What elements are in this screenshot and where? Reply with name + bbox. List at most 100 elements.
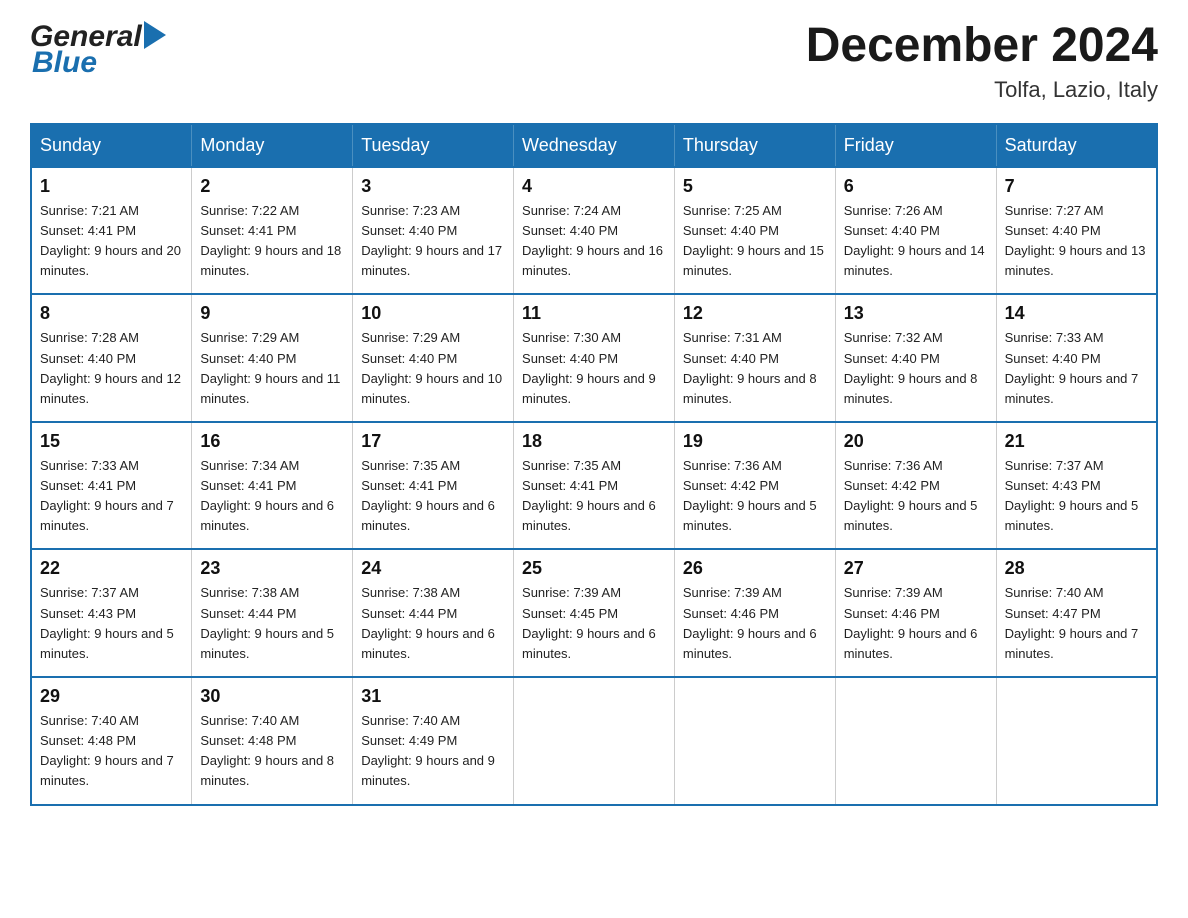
calendar-subtitle: Tolfa, Lazio, Italy [806, 77, 1158, 103]
calendar-table: Sunday Monday Tuesday Wednesday Thursday… [30, 123, 1158, 806]
day-number: 22 [40, 558, 183, 579]
calendar-cell: 11Sunrise: 7:30 AMSunset: 4:40 PMDayligh… [514, 294, 675, 422]
calendar-cell: 17 Sunrise: 7:35 AMSunset: 4:41 PMDayligh… [353, 422, 514, 550]
calendar-cell: 3 Sunrise: 7:23 AMSunset: 4:40 PMDaylight… [353, 167, 514, 295]
calendar-cell: 19Sunrise: 7:36 AMSunset: 4:42 PMDayligh… [674, 422, 835, 550]
day-info: Sunrise: 7:21 AMSunset: 4:41 PMDaylight:… [40, 201, 183, 282]
day-info: Sunrise: 7:25 AMSunset: 4:40 PMDaylight:… [683, 201, 827, 282]
dow-monday: Monday [192, 124, 353, 167]
calendar-cell [835, 677, 996, 805]
day-number: 9 [200, 303, 344, 324]
day-number: 15 [40, 431, 183, 452]
day-number: 7 [1005, 176, 1148, 197]
day-info: Sunrise: 7:32 AMSunset: 4:40 PMDaylight:… [844, 328, 988, 409]
dow-wednesday: Wednesday [514, 124, 675, 167]
logo-arrow-icon [144, 21, 166, 49]
calendar-cell: 23 Sunrise: 7:38 AMSunset: 4:44 PMDayligh… [192, 549, 353, 677]
calendar-cell: 22 Sunrise: 7:37 AMSunset: 4:43 PMDayligh… [31, 549, 192, 677]
dow-sunday: Sunday [31, 124, 192, 167]
day-number: 17 [361, 431, 505, 452]
day-info: Sunrise: 7:30 AMSunset: 4:40 PMDaylight:… [522, 328, 666, 409]
day-number: 27 [844, 558, 988, 579]
calendar-cell: 20Sunrise: 7:36 AMSunset: 4:42 PMDayligh… [835, 422, 996, 550]
dow-tuesday: Tuesday [353, 124, 514, 167]
day-number: 21 [1005, 431, 1148, 452]
day-info: Sunrise: 7:36 AMSunset: 4:42 PMDaylight:… [683, 456, 827, 537]
day-info: Sunrise: 7:35 AMSunset: 4:41 PMDaylight:… [361, 456, 505, 537]
day-number: 5 [683, 176, 827, 197]
calendar-week-row: 15Sunrise: 7:33 AMSunset: 4:41 PMDayligh… [31, 422, 1157, 550]
day-number: 10 [361, 303, 505, 324]
day-info: Sunrise: 7:40 AMSunset: 4:48 PMDaylight:… [200, 711, 344, 792]
calendar-week-row: 29 Sunrise: 7:40 AMSunset: 4:48 PMDayligh… [31, 677, 1157, 805]
day-info: Sunrise: 7:39 AMSunset: 4:46 PMDaylight:… [844, 583, 988, 664]
calendar-cell: 1 Sunrise: 7:21 AMSunset: 4:41 PMDaylight… [31, 167, 192, 295]
calendar-cell: 28Sunrise: 7:40 AMSunset: 4:47 PMDayligh… [996, 549, 1157, 677]
calendar-cell: 26 Sunrise: 7:39 AMSunset: 4:46 PMDayligh… [674, 549, 835, 677]
calendar-cell: 29 Sunrise: 7:40 AMSunset: 4:48 PMDayligh… [31, 677, 192, 805]
day-number: 1 [40, 176, 183, 197]
calendar-cell: 8 Sunrise: 7:28 AMSunset: 4:40 PMDaylight… [31, 294, 192, 422]
day-info: Sunrise: 7:36 AMSunset: 4:42 PMDaylight:… [844, 456, 988, 537]
calendar-cell: 30 Sunrise: 7:40 AMSunset: 4:48 PMDayligh… [192, 677, 353, 805]
calendar-cell: 9 Sunrise: 7:29 AMSunset: 4:40 PMDaylight… [192, 294, 353, 422]
day-number: 4 [522, 176, 666, 197]
day-info: Sunrise: 7:23 AMSunset: 4:40 PMDaylight:… [361, 201, 505, 282]
logo-blue-text: Blue [30, 46, 97, 80]
day-info: Sunrise: 7:35 AMSunset: 4:41 PMDaylight:… [522, 456, 666, 537]
calendar-cell: 15Sunrise: 7:33 AMSunset: 4:41 PMDayligh… [31, 422, 192, 550]
dow-friday: Friday [835, 124, 996, 167]
day-number: 26 [683, 558, 827, 579]
calendar-cell: 16 Sunrise: 7:34 AMSunset: 4:41 PMDayligh… [192, 422, 353, 550]
day-info: Sunrise: 7:26 AMSunset: 4:40 PMDaylight:… [844, 201, 988, 282]
day-number: 16 [200, 431, 344, 452]
day-number: 12 [683, 303, 827, 324]
calendar-cell [674, 677, 835, 805]
calendar-cell: 24 Sunrise: 7:38 AMSunset: 4:44 PMDayligh… [353, 549, 514, 677]
page-header: General Blue December 2024 Tolfa, Lazio,… [30, 20, 1158, 103]
day-number: 2 [200, 176, 344, 197]
day-info: Sunrise: 7:29 AMSunset: 4:40 PMDaylight:… [361, 328, 505, 409]
day-number: 30 [200, 686, 344, 707]
calendar-cell: 21 Sunrise: 7:37 AMSunset: 4:43 PMDayligh… [996, 422, 1157, 550]
day-info: Sunrise: 7:38 AMSunset: 4:44 PMDaylight:… [361, 583, 505, 664]
calendar-cell: 25Sunrise: 7:39 AMSunset: 4:45 PMDayligh… [514, 549, 675, 677]
calendar-cell: 13 Sunrise: 7:32 AMSunset: 4:40 PMDayligh… [835, 294, 996, 422]
day-info: Sunrise: 7:40 AMSunset: 4:48 PMDaylight:… [40, 711, 183, 792]
calendar-cell: 4Sunrise: 7:24 AMSunset: 4:40 PMDaylight… [514, 167, 675, 295]
calendar-cell: 14 Sunrise: 7:33 AMSunset: 4:40 PMDayligh… [996, 294, 1157, 422]
day-number: 31 [361, 686, 505, 707]
day-info: Sunrise: 7:28 AMSunset: 4:40 PMDaylight:… [40, 328, 183, 409]
day-number: 8 [40, 303, 183, 324]
calendar-cell: 27 Sunrise: 7:39 AMSunset: 4:46 PMDayligh… [835, 549, 996, 677]
day-info: Sunrise: 7:33 AMSunset: 4:40 PMDaylight:… [1005, 328, 1148, 409]
calendar-cell: 6Sunrise: 7:26 AMSunset: 4:40 PMDaylight… [835, 167, 996, 295]
day-info: Sunrise: 7:31 AMSunset: 4:40 PMDaylight:… [683, 328, 827, 409]
calendar-cell: 31Sunrise: 7:40 AMSunset: 4:49 PMDayligh… [353, 677, 514, 805]
calendar-cell [514, 677, 675, 805]
days-of-week-row: Sunday Monday Tuesday Wednesday Thursday… [31, 124, 1157, 167]
day-number: 24 [361, 558, 505, 579]
day-number: 18 [522, 431, 666, 452]
calendar-header: Sunday Monday Tuesday Wednesday Thursday… [31, 124, 1157, 167]
day-info: Sunrise: 7:37 AMSunset: 4:43 PMDaylight:… [40, 583, 183, 664]
day-number: 14 [1005, 303, 1148, 324]
day-number: 23 [200, 558, 344, 579]
calendar-week-row: 8 Sunrise: 7:28 AMSunset: 4:40 PMDaylight… [31, 294, 1157, 422]
day-info: Sunrise: 7:37 AMSunset: 4:43 PMDaylight:… [1005, 456, 1148, 537]
calendar-cell: 18 Sunrise: 7:35 AMSunset: 4:41 PMDayligh… [514, 422, 675, 550]
day-number: 13 [844, 303, 988, 324]
calendar-cell [996, 677, 1157, 805]
day-info: Sunrise: 7:38 AMSunset: 4:44 PMDaylight:… [200, 583, 344, 664]
day-info: Sunrise: 7:39 AMSunset: 4:46 PMDaylight:… [683, 583, 827, 664]
day-info: Sunrise: 7:39 AMSunset: 4:45 PMDaylight:… [522, 583, 666, 664]
calendar-cell: 5 Sunrise: 7:25 AMSunset: 4:40 PMDaylight… [674, 167, 835, 295]
title-area: December 2024 Tolfa, Lazio, Italy [806, 20, 1158, 103]
day-info: Sunrise: 7:22 AMSunset: 4:41 PMDaylight:… [200, 201, 344, 282]
day-info: Sunrise: 7:29 AMSunset: 4:40 PMDaylight:… [200, 328, 344, 409]
calendar-cell: 2 Sunrise: 7:22 AMSunset: 4:41 PMDaylight… [192, 167, 353, 295]
day-number: 3 [361, 176, 505, 197]
day-number: 29 [40, 686, 183, 707]
dow-thursday: Thursday [674, 124, 835, 167]
day-info: Sunrise: 7:34 AMSunset: 4:41 PMDaylight:… [200, 456, 344, 537]
